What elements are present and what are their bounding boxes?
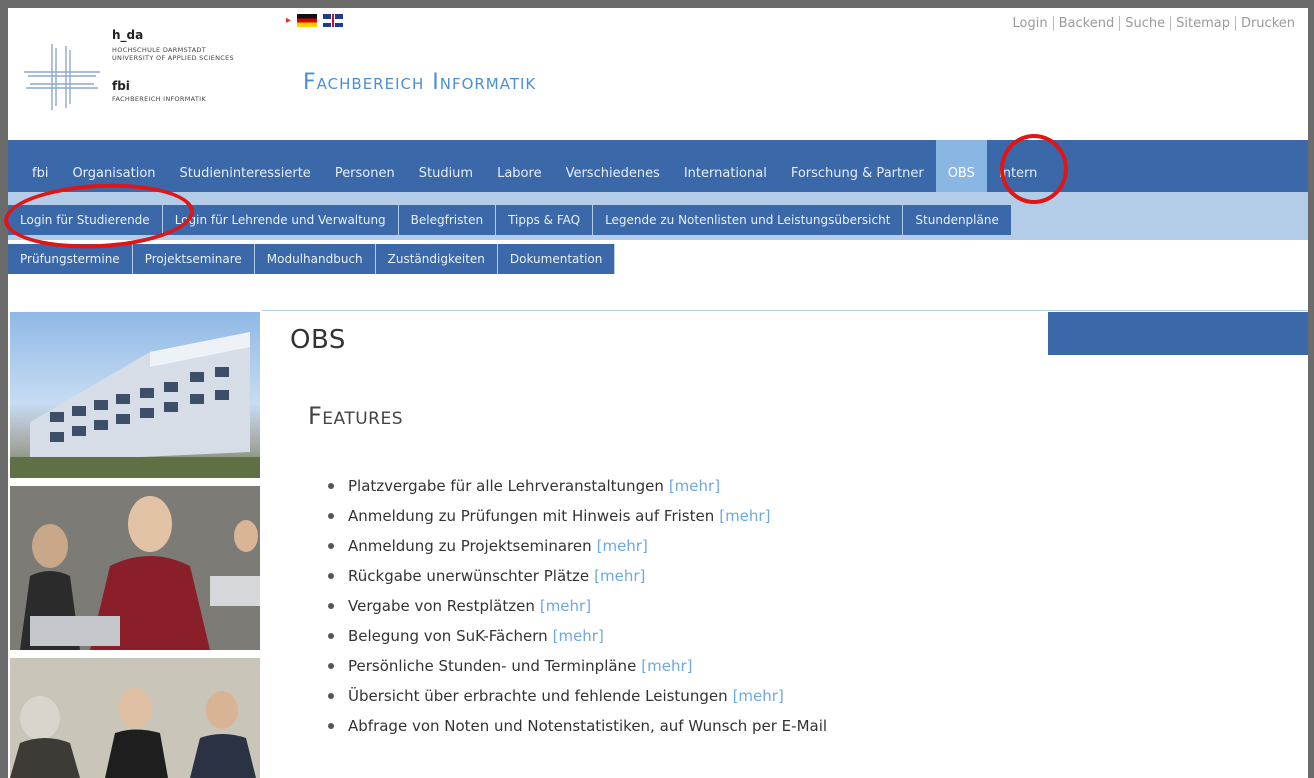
sub-nav-row-2: Prüfungstermine Projektseminare Modulhan… (8, 244, 616, 274)
right-accent-box (1048, 312, 1308, 355)
top-links: Login Backend Suche Sitemap Drucken (1008, 16, 1300, 31)
bullet-icon (328, 723, 334, 729)
feature-text: Übersicht über erbrachte und fehlende Le… (348, 687, 728, 705)
subnav-login-lehrende[interactable]: Login für Lehrende und Verwaltung (162, 205, 399, 235)
bullet-icon (328, 633, 334, 639)
subnav-projektseminare[interactable]: Projektseminare (132, 244, 255, 274)
nav-item-personen[interactable]: Personen (323, 140, 407, 192)
feature-text: Anmeldung zu Prüfungen mit Hinweis auf F… (348, 507, 715, 525)
building-photo (10, 312, 260, 478)
subnav-stundenplaene[interactable]: Stundenpläne (903, 205, 1012, 235)
subnav-legende[interactable]: Legende zu Notenlisten und Leistungsüber… (593, 205, 904, 235)
nav-item-studieninteressierte[interactable]: Studieninteressierte (168, 140, 323, 192)
obs-highlight-circle (1000, 134, 1068, 204)
bullet-icon (328, 603, 334, 609)
students-laptop-photo (10, 486, 260, 650)
german-flag-icon[interactable] (297, 14, 318, 27)
feature-text: Persönliche Stunden- und Terminpläne (348, 657, 637, 675)
logo-hda-text: h_da (112, 28, 144, 42)
feature-text: Abfrage von Noten und Notenstatistiken, … (348, 717, 828, 735)
feature-item: Persönliche Stunden- und Terminpläne [meh… (326, 655, 827, 685)
site-title[interactable]: Fachbereich Informatik (303, 70, 536, 95)
more-link[interactable]: [mehr] (540, 597, 591, 615)
bullet-icon (328, 543, 334, 549)
more-link[interactable]: [mehr] (553, 627, 604, 645)
feature-item: Belegung von SuK-Fächern [mehr] (326, 625, 827, 655)
more-link[interactable]: [mehr] (641, 657, 692, 675)
nav-item-obs[interactable]: OBS (935, 140, 987, 192)
content-separator (262, 310, 1308, 311)
feature-text: Belegung von SuK-Fächern (348, 627, 548, 645)
feature-item: Vergabe von Restplätzen [mehr] (326, 595, 827, 625)
subnav-zustaendigkeiten[interactable]: Zuständigkeiten (375, 244, 498, 274)
feature-item: Anmeldung zu Prüfungen mit Hinweis auf F… (326, 505, 827, 535)
feature-item: Übersicht über erbrachte und fehlende Le… (326, 685, 827, 715)
page-title: OBS (290, 325, 346, 355)
feature-item: Rückgabe unerwünschter Plätze [mehr] (326, 565, 827, 595)
feature-text: Vergabe von Restplätzen (348, 597, 535, 615)
bullet-icon (328, 573, 334, 579)
logo-line-1: HOCHSCHULE DARMSTADT (112, 46, 207, 54)
logo-line-2: UNIVERSITY OF APPLIED SCIENCES (112, 54, 234, 62)
more-link[interactable]: [mehr] (733, 687, 784, 705)
search-link[interactable]: Suche (1119, 16, 1170, 31)
nav-item-verschiedenes[interactable]: Verschiedenes (554, 140, 672, 192)
nav-item-forschung[interactable]: Forschung & Partner (779, 140, 936, 192)
subnav-belegfristen[interactable]: Belegfristen (398, 205, 497, 235)
logo-fbi-text: fbi (112, 79, 130, 93)
meeting-photo (10, 658, 260, 778)
nav-item-international[interactable]: International (672, 140, 779, 192)
more-link[interactable]: [mehr] (597, 537, 648, 555)
subnav-dokumentation[interactable]: Dokumentation (497, 244, 616, 274)
feature-item: Abfrage von Noten und Notenstatistiken, … (326, 715, 827, 745)
features-list: Platzvergabe für alle Lehrveranstaltunge… (326, 475, 827, 745)
more-link[interactable]: [mehr] (669, 477, 720, 495)
bullet-icon (328, 483, 334, 489)
bullet-icon (328, 693, 334, 699)
feature-item: Anmeldung zu Projektseminaren [mehr] (326, 535, 827, 565)
nav-item-labore[interactable]: Labore (485, 140, 553, 192)
login-link[interactable]: Login (1008, 16, 1053, 31)
feature-text: Anmeldung zu Projektseminaren (348, 537, 592, 555)
feature-item: Platzvergabe für alle Lehrveranstaltunge… (326, 475, 827, 505)
nav-item-fbi[interactable]: fbi (20, 140, 60, 192)
feature-text: Rückgabe unerwünschter Plätze (348, 567, 590, 585)
more-link[interactable]: [mehr] (594, 567, 645, 585)
subnav-pruefungstermine[interactable]: Prüfungstermine (8, 244, 133, 274)
subnav-tipps-faq[interactable]: Tipps & FAQ (496, 205, 594, 235)
more-link[interactable]: [mehr] (719, 507, 770, 525)
print-link[interactable]: Drucken (1234, 16, 1300, 31)
hda-logo-mark (24, 44, 100, 110)
subnav-modulhandbuch[interactable]: Modulhandbuch (254, 244, 376, 274)
bullet-icon (328, 513, 334, 519)
arrow-icon: ▸ (286, 15, 292, 26)
sitemap-link[interactable]: Sitemap (1170, 16, 1235, 31)
language-switcher: ▸ (286, 14, 344, 27)
backend-link[interactable]: Backend (1052, 16, 1120, 31)
main-nav: fbi Organisation Studieninteressierte Pe… (8, 140, 1308, 192)
english-flag-icon[interactable] (323, 14, 344, 27)
logo-fbi-sub: FACHBEREICH INFORMATIK (112, 95, 206, 103)
feature-text: Platzvergabe für alle Lehrveranstaltunge… (348, 477, 664, 495)
section-title: Features (308, 402, 404, 430)
hda-logo[interactable]: h_da HOCHSCHULE DARMSTADT UNIVERSITY OF … (22, 22, 282, 132)
bullet-icon (328, 663, 334, 669)
nav-item-studium[interactable]: Studium (407, 140, 485, 192)
